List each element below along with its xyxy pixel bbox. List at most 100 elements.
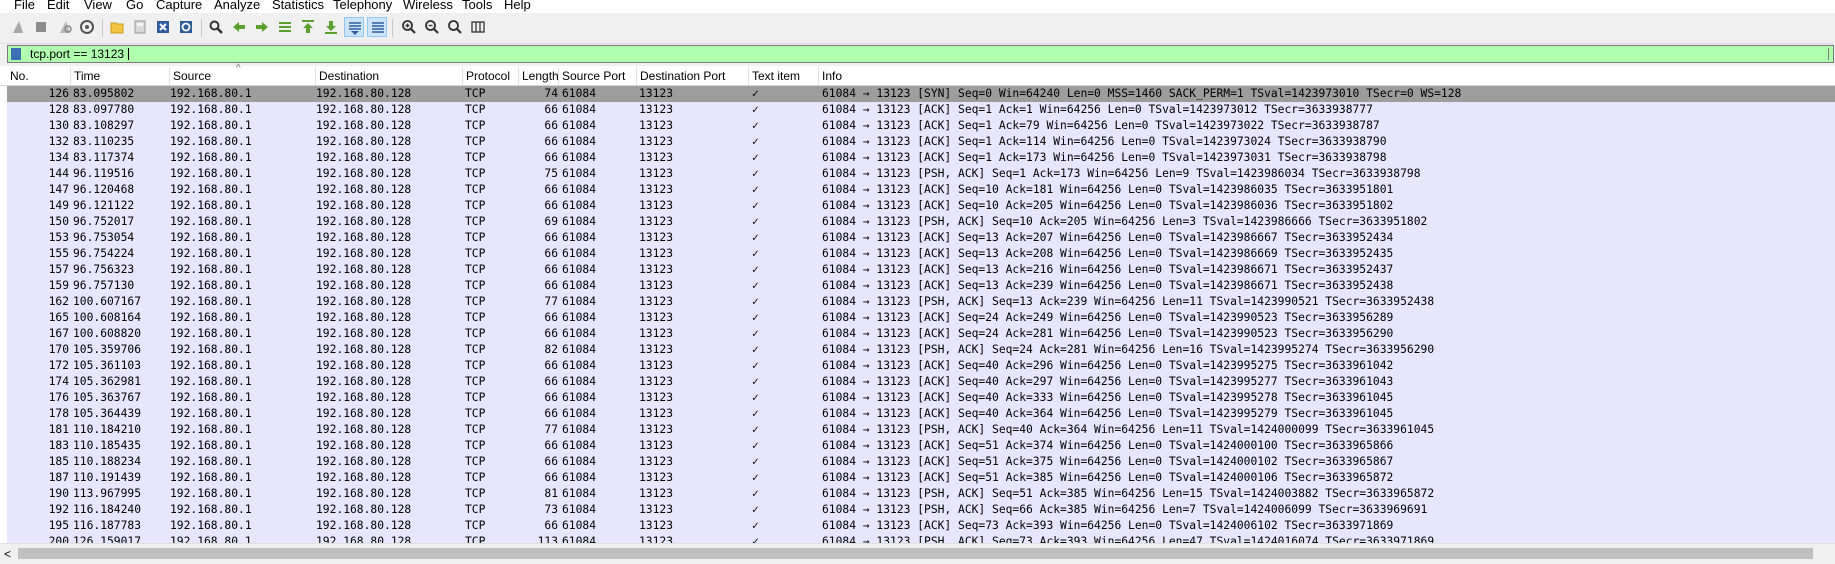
cell-time: 96.754224 (73, 247, 135, 260)
packet-row[interactable]: 187 110.191439 192.168.80.1 192.168.80.128 T… (7, 470, 1835, 486)
menu-help[interactable]: Help (504, 0, 531, 13)
go-forward-icon[interactable] (252, 17, 272, 37)
packet-row[interactable]: 162 100.607167 192.168.80.1 192.168.80.128 T… (7, 294, 1835, 310)
packet-row[interactable]: 183 110.185435 192.168.80.1 192.168.80.128 T… (7, 438, 1835, 454)
menu-analyze[interactable]: Analyze (214, 0, 260, 13)
go-back-icon[interactable] (229, 17, 249, 37)
column-header-time[interactable]: Time (71, 67, 170, 85)
cell-length: 66 (544, 263, 558, 276)
packet-row[interactable]: 150 96.752017 192.168.80.1 192.168.80.128 TC… (7, 214, 1835, 230)
cell-source: 192.168.80.1 (170, 375, 252, 388)
cell-info: 61084 → 13123 [ACK] Seq=13 Ack=239 Win=6… (822, 279, 1394, 292)
packet-row[interactable]: 157 96.756323 192.168.80.1 192.168.80.128 TC… (7, 262, 1835, 278)
column-header-no[interactable]: No. (7, 67, 71, 85)
column-header-destination[interactable]: Destination (316, 67, 463, 85)
resize-columns-icon[interactable] (468, 17, 488, 37)
packet-row[interactable]: 185 110.188234 192.168.80.1 192.168.80.128 T… (7, 454, 1835, 470)
shark-fin-start-icon[interactable] (8, 17, 28, 37)
go-first-icon[interactable] (298, 17, 318, 37)
packet-row[interactable]: 128 83.097780 192.168.80.1 192.168.80.128 TC… (7, 102, 1835, 118)
cell-source-port: 61084 (562, 231, 597, 244)
display-filter-bar: tcp.port == 13123 (0, 44, 1835, 66)
cell-info: 61084 → 13123 [ACK] Seq=40 Ack=296 Win=6… (822, 359, 1394, 372)
horizontal-scrollbar[interactable]: < (0, 543, 1835, 564)
cell-no: 181 (48, 423, 69, 436)
packet-row[interactable]: 147 96.120468 192.168.80.1 192.168.80.128 TC… (7, 182, 1835, 198)
save-file-icon[interactable] (130, 17, 150, 37)
open-file-icon[interactable] (107, 17, 127, 37)
packet-row[interactable]: 176 105.363767 192.168.80.1 192.168.80.128 T… (7, 390, 1835, 406)
zoom-out-icon[interactable] (422, 17, 442, 37)
packet-row[interactable]: 132 83.110235 192.168.80.1 192.168.80.128 TC… (7, 134, 1835, 150)
autoscroll-icon[interactable] (344, 17, 364, 37)
cell-no: 178 (48, 407, 69, 420)
colorize-icon[interactable] (367, 17, 387, 37)
packet-row[interactable]: 178 105.364439 192.168.80.1 192.168.80.128 T… (7, 406, 1835, 422)
column-header-info[interactable]: Info (819, 67, 1835, 85)
packet-row[interactable]: 195 116.187783 192.168.80.1 192.168.80.128 T… (7, 518, 1835, 534)
menu-statistics[interactable]: Statistics (272, 0, 324, 13)
column-header-source[interactable]: Source (170, 67, 316, 85)
stop-capture-icon[interactable] (31, 17, 51, 37)
packet-row[interactable]: 200 126.159017 192.168.80.1 192.168.80.128 T… (7, 534, 1835, 543)
packet-row[interactable]: 149 96.121122 192.168.80.1 192.168.80.128 TC… (7, 198, 1835, 214)
menu-view[interactable]: View (84, 0, 112, 13)
column-header-destination-port[interactable]: Destination Port (637, 67, 749, 85)
packet-row[interactable]: 172 105.361103 192.168.80.1 192.168.80.128 T… (7, 358, 1835, 374)
column-header-length[interactable]: Length (519, 67, 559, 85)
scrollbar-thumb[interactable] (18, 548, 1813, 559)
cell-destination-port: 13123 (639, 231, 674, 244)
menu-file[interactable]: File (14, 0, 35, 13)
cell-source: 192.168.80.1 (170, 279, 252, 292)
cell-time: 96.121122 (73, 199, 135, 212)
go-last-icon[interactable] (321, 17, 341, 37)
packet-row[interactable]: 181 110.184210 192.168.80.1 192.168.80.128 T… (7, 422, 1835, 438)
restart-capture-icon[interactable] (55, 17, 75, 37)
menu-wireless[interactable]: Wireless (403, 0, 453, 13)
menu-tools[interactable]: Tools (462, 0, 492, 13)
scroll-left-icon[interactable]: < (4, 547, 11, 561)
cell-info: 61084 → 13123 [ACK] Seq=40 Ack=364 Win=6… (822, 407, 1394, 420)
menu-capture[interactable]: Capture (156, 0, 202, 13)
cell-text-item: ✓ (752, 247, 759, 260)
packet-row[interactable]: 165 100.608164 192.168.80.1 192.168.80.128 T… (7, 310, 1835, 326)
display-filter-input[interactable]: tcp.port == 13123 (7, 45, 1834, 63)
cell-time: 110.184210 (73, 423, 142, 436)
packet-row[interactable]: 144 96.119516 192.168.80.1 192.168.80.128 TC… (7, 166, 1835, 182)
filter-apply-edge (1828, 48, 1833, 60)
reload-file-icon[interactable] (176, 17, 196, 37)
packet-row[interactable]: 170 105.359706 192.168.80.1 192.168.80.128 T… (7, 342, 1835, 358)
menu-telephony[interactable]: Telephony (333, 0, 392, 13)
cell-info: 61084 → 13123 [PSH, ACK] Seq=73 Ack=393 … (822, 535, 1435, 543)
packet-row[interactable]: 192 116.184240 192.168.80.1 192.168.80.128 T… (7, 502, 1835, 518)
filter-bookmark-icon[interactable] (11, 48, 21, 60)
packet-row[interactable]: 159 96.757130 192.168.80.1 192.168.80.128 TC… (7, 278, 1835, 294)
column-header-source-port[interactable]: Source Port (559, 67, 637, 85)
zoom-normal-icon[interactable] (445, 17, 465, 37)
packet-row[interactable]: 153 96.753054 192.168.80.1 192.168.80.128 TC… (7, 230, 1835, 246)
go-to-packet-icon[interactable] (275, 17, 295, 37)
cell-length: 66 (544, 327, 558, 340)
cell-protocol: TCP (465, 359, 486, 372)
find-packet-icon[interactable] (206, 17, 226, 37)
packet-row[interactable]: 167 100.608820 192.168.80.1 192.168.80.128 T… (7, 326, 1835, 342)
cell-info: 61084 → 13123 [ACK] Seq=51 Ack=375 Win=6… (822, 455, 1394, 468)
packet-row[interactable]: 190 113.967995 192.168.80.1 192.168.80.128 T… (7, 486, 1835, 502)
packet-row[interactable]: 155 96.754224 192.168.80.1 192.168.80.128 TC… (7, 246, 1835, 262)
close-file-icon[interactable] (153, 17, 173, 37)
cell-text-item: ✓ (752, 439, 759, 452)
packet-row[interactable]: 126 83.095802 192.168.80.1 192.168.80.128 TC… (7, 86, 1835, 102)
packet-row[interactable]: 134 83.117374 192.168.80.1 192.168.80.128 TC… (7, 150, 1835, 166)
menu-edit[interactable]: Edit (47, 0, 69, 13)
packet-row[interactable]: 130 83.108297 192.168.80.1 192.168.80.128 TC… (7, 118, 1835, 134)
cell-protocol: TCP (465, 103, 486, 116)
column-header-protocol[interactable]: Protocol (463, 67, 519, 85)
packet-row[interactable]: 174 105.362981 192.168.80.1 192.168.80.128 T… (7, 374, 1835, 390)
menu-go[interactable]: Go (126, 0, 143, 13)
zoom-in-icon[interactable] (399, 17, 419, 37)
cell-destination: 192.168.80.128 (316, 407, 412, 420)
capture-options-icon[interactable] (77, 17, 97, 37)
cell-source-port: 61084 (562, 279, 597, 292)
column-header-text-item[interactable]: Text item (749, 67, 819, 85)
cell-source: 192.168.80.1 (170, 263, 252, 276)
